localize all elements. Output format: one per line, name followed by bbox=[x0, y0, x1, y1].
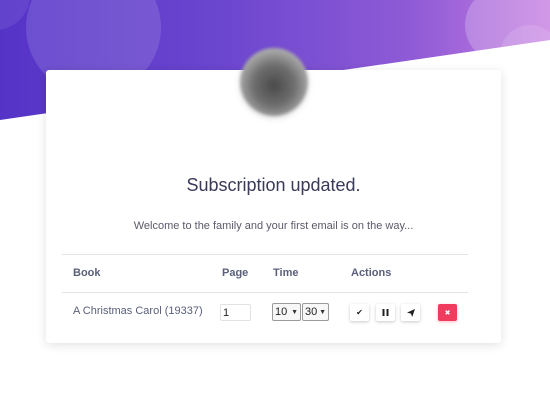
welcome-message: Welcome to the family and your first ema… bbox=[133, 220, 414, 232]
chevron-down-icon: ▼ bbox=[319, 308, 326, 316]
page-title: Subscription updated. bbox=[186, 175, 361, 195]
minute-value: 30 bbox=[305, 306, 318, 318]
pause-icon bbox=[382, 309, 389, 316]
minute-select[interactable]: 30 ▼ bbox=[302, 303, 329, 321]
close-icon: ✖ bbox=[444, 309, 451, 317]
chevron-down-icon: ▼ bbox=[291, 308, 298, 316]
avatar bbox=[240, 48, 308, 116]
table-divider bbox=[62, 254, 468, 255]
page-number-input[interactable] bbox=[220, 304, 251, 321]
column-header-page: Page bbox=[222, 267, 249, 279]
book-title-cell: A Christmas Carol (19337) bbox=[73, 305, 203, 317]
pause-button[interactable] bbox=[376, 304, 395, 321]
hour-value: 10 bbox=[275, 306, 288, 318]
hour-select[interactable]: 10 ▼ bbox=[272, 303, 301, 321]
check-icon: ✔ bbox=[356, 308, 363, 317]
send-button[interactable] bbox=[401, 304, 420, 321]
decorative-bubble bbox=[500, 25, 550, 85]
column-header-book: Book bbox=[73, 267, 101, 279]
confirm-button[interactable]: ✔ bbox=[350, 304, 369, 321]
delete-button[interactable]: ✖ bbox=[438, 304, 457, 321]
send-icon bbox=[406, 308, 415, 317]
column-header-time: Time bbox=[273, 267, 299, 279]
column-header-actions: Actions bbox=[351, 267, 392, 279]
table-divider bbox=[62, 292, 468, 293]
